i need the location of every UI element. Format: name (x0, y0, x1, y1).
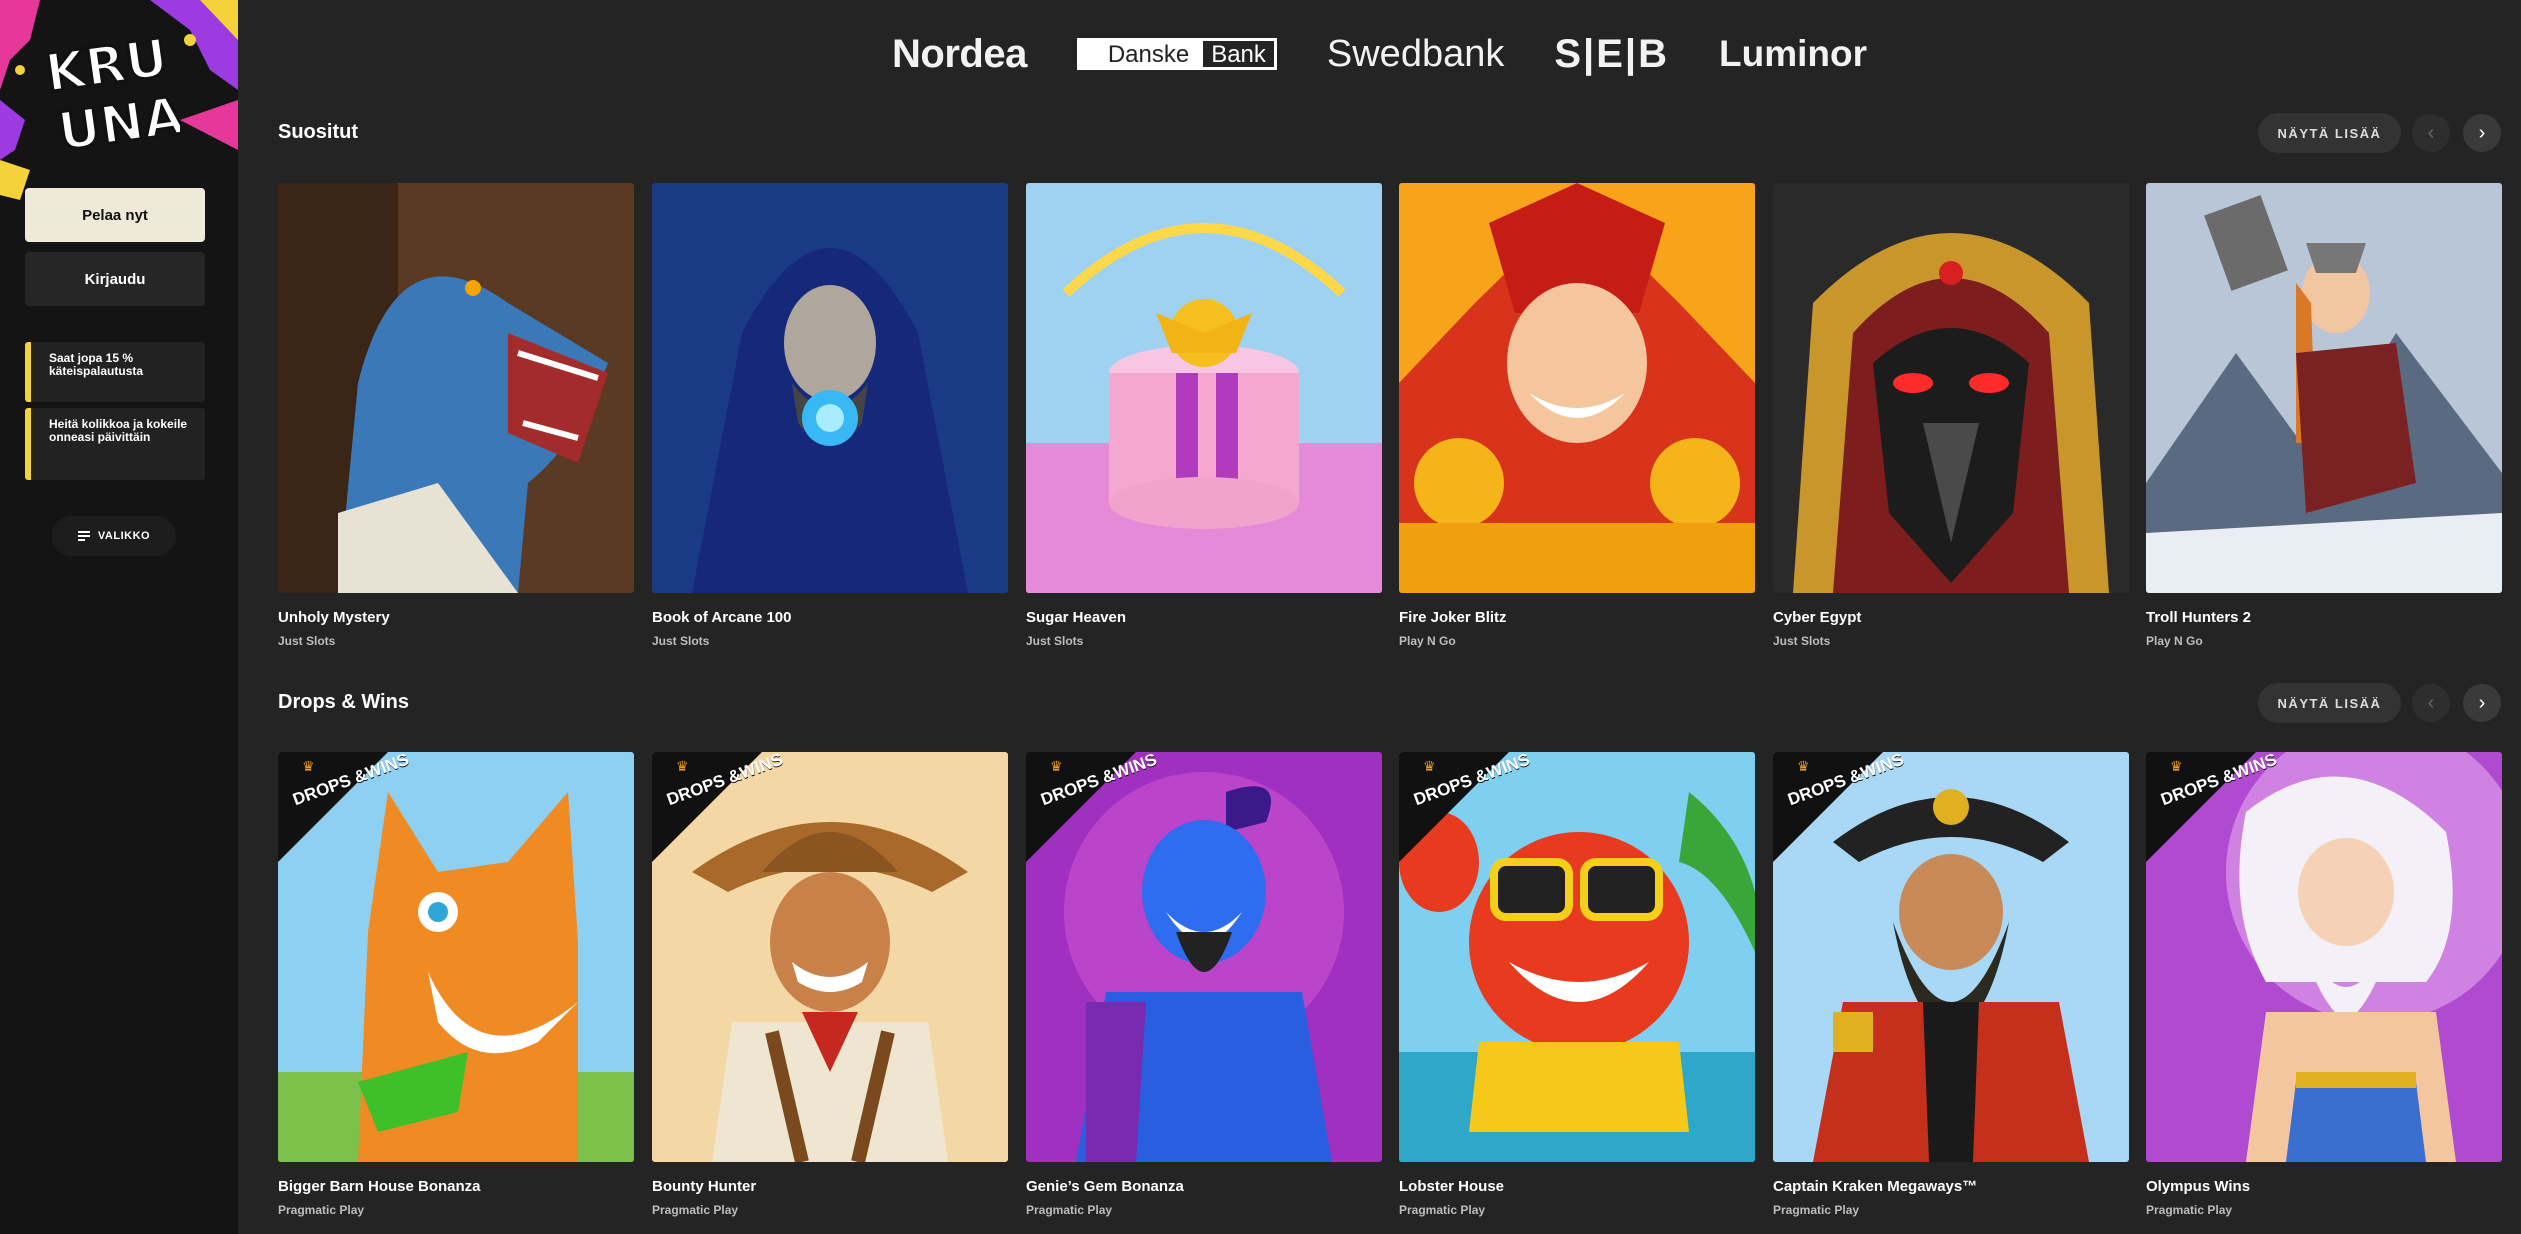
game-thumbnail[interactable] (652, 183, 1008, 593)
play-now-button[interactable]: Pelaa nyt (25, 188, 205, 242)
game-thumbnail[interactable] (1026, 183, 1382, 593)
game-thumbnail[interactable]: ♛ DROPS &WINS (1399, 752, 1755, 1162)
game-name: Lobster House (1399, 1178, 1505, 1195)
crown-icon: ♛ (1050, 758, 1063, 774)
game-thumbnail[interactable]: ♛ DROPS &WINS (2146, 752, 2502, 1162)
game-provider: Just Slots (278, 634, 336, 648)
chevron-left-icon[interactable]: ‹ (2412, 684, 2450, 722)
swedbank-logo: Swedbank (1326, 32, 1505, 75)
cashback-promo[interactable]: Saat jopa 15 % käteispalautusta (25, 342, 205, 402)
section-title-popular: Suositut (278, 121, 358, 143)
game-card[interactable]: ♛ DROPS &WINS Olympus Wins Pragmatic Pla… (2146, 752, 2502, 1217)
coin-flip-promo[interactable]: Heitä kolikkoa ja kokeile onneasi päivit… (25, 408, 205, 480)
crown-icon: ♛ (2170, 758, 2183, 774)
login-button[interactable]: Kirjaudu (25, 252, 205, 306)
game-name: Book of Arcane 100 (652, 609, 792, 626)
game-name: Genie’s Gem Bonanza (1026, 1178, 1184, 1195)
game-thumbnail[interactable] (1773, 183, 2129, 593)
game-provider: Pragmatic Play (1399, 1203, 1486, 1217)
game-provider: Play N Go (2146, 634, 2203, 648)
show-more-button[interactable]: NÄYTÄ LISÄÄ (2258, 113, 2401, 153)
kruuna-logo[interactable]: KRU UNA (40, 25, 180, 155)
game-thumbnail[interactable] (2146, 183, 2502, 593)
game-card[interactable]: Cyber Egypt Just Slots (1773, 183, 2129, 648)
game-card[interactable]: Fire Joker Blitz Play N Go (1399, 183, 1755, 648)
danske-bank-logo: Danske Bank (1076, 38, 1277, 70)
menu-label: VALIKKO (97, 530, 151, 542)
game-card[interactable]: ♛ DROPS &WINS Lobster House Pragmatic Pl… (1399, 752, 1755, 1217)
crown-icon: ♛ (676, 758, 689, 774)
seb-logo: S|E|B (1554, 31, 1669, 76)
game-name: Bigger Barn House Bonanza (278, 1178, 481, 1195)
game-provider: Pragmatic Play (1773, 1203, 1860, 1217)
game-name: Unholy Mystery (278, 609, 390, 626)
game-name: Sugar Heaven (1026, 609, 1127, 626)
game-thumbnail[interactable] (1399, 183, 1755, 593)
game-provider: Just Slots (1026, 634, 1084, 648)
game-thumbnail[interactable]: ♛ DROPS &WINS (652, 752, 1008, 1162)
game-name: Olympus Wins (2146, 1178, 2251, 1195)
gift-box-art (1026, 183, 1382, 593)
chevron-right-icon[interactable]: › (2463, 684, 2501, 722)
game-provider: Just Slots (652, 634, 710, 648)
menu-button[interactable]: VALIKKO (52, 516, 176, 556)
crown-icon: ♛ (1797, 758, 1810, 774)
crown-icon: ♛ (1423, 758, 1436, 774)
game-card[interactable]: ♛ DROPS &WINS Bounty Hunter Pragmatic Pl… (652, 752, 1008, 1217)
hamburger-icon (77, 531, 90, 541)
game-name: Fire Joker Blitz (1399, 609, 1507, 626)
game-thumbnail[interactable]: ♛ DROPS &WINS (278, 752, 634, 1162)
game-name: Bounty Hunter (652, 1178, 757, 1195)
sidebar: KRU UNA Pelaa nyt Kirjaudu Saat jopa 15 … (0, 0, 238, 1234)
game-thumbnail[interactable]: ♛ DROPS &WINS (1773, 752, 2129, 1162)
game-thumbnail[interactable] (278, 183, 634, 593)
crown-icon: ♛ (302, 758, 315, 774)
game-name: Captain Kraken Megaways™ (1773, 1178, 1978, 1195)
game-card[interactable]: Book of Arcane 100 Just Slots (652, 183, 1008, 648)
chevron-right-icon[interactable]: › (2463, 114, 2501, 152)
fire-joker-art (1399, 183, 1755, 593)
viking-warrior-art (2146, 183, 2502, 593)
game-name: Cyber Egypt (1773, 609, 1862, 626)
game-card[interactable]: Sugar Heaven Just Slots (1026, 183, 1382, 648)
game-card[interactable]: ♛ DROPS &WINS Genie’s Gem Bonanza Pragma… (1026, 752, 1382, 1217)
game-provider: Play N Go (1399, 634, 1456, 648)
nordea-logo: Nordea (892, 31, 1027, 76)
luminor-logo: Luminor (1719, 33, 1867, 74)
game-provider: Pragmatic Play (1026, 1203, 1113, 1217)
wizard-art (652, 183, 1008, 593)
bank-logos-bar: Nordea Danske Bank Swedbank S|E|B Lumino… (238, 0, 2521, 108)
chevron-left-icon[interactable]: ‹ (2412, 114, 2450, 152)
game-provider: Pragmatic Play (278, 1203, 365, 1217)
game-provider: Pragmatic Play (652, 1203, 739, 1217)
game-provider: Just Slots (1773, 634, 1831, 648)
game-thumbnail[interactable]: ♛ DROPS &WINS (1026, 752, 1382, 1162)
game-name: Troll Hunters 2 (2146, 609, 2252, 626)
section-title-drops-wins: Drops & Wins (278, 691, 409, 713)
game-provider: Pragmatic Play (2146, 1203, 2233, 1217)
game-card[interactable]: ♛ DROPS &WINS Bigger Barn House Bonanza … (278, 752, 634, 1217)
game-card[interactable]: Unholy Mystery Just Slots (278, 183, 634, 648)
game-card[interactable]: Troll Hunters 2 Play N Go (2146, 183, 2502, 648)
werewolf-art (278, 183, 634, 593)
show-more-button[interactable]: NÄYTÄ LISÄÄ (2258, 683, 2401, 723)
cyber-egypt-art (1773, 183, 2129, 593)
game-card[interactable]: ♛ DROPS &WINS Captain Kraken Megaways™ P… (1773, 752, 2129, 1217)
